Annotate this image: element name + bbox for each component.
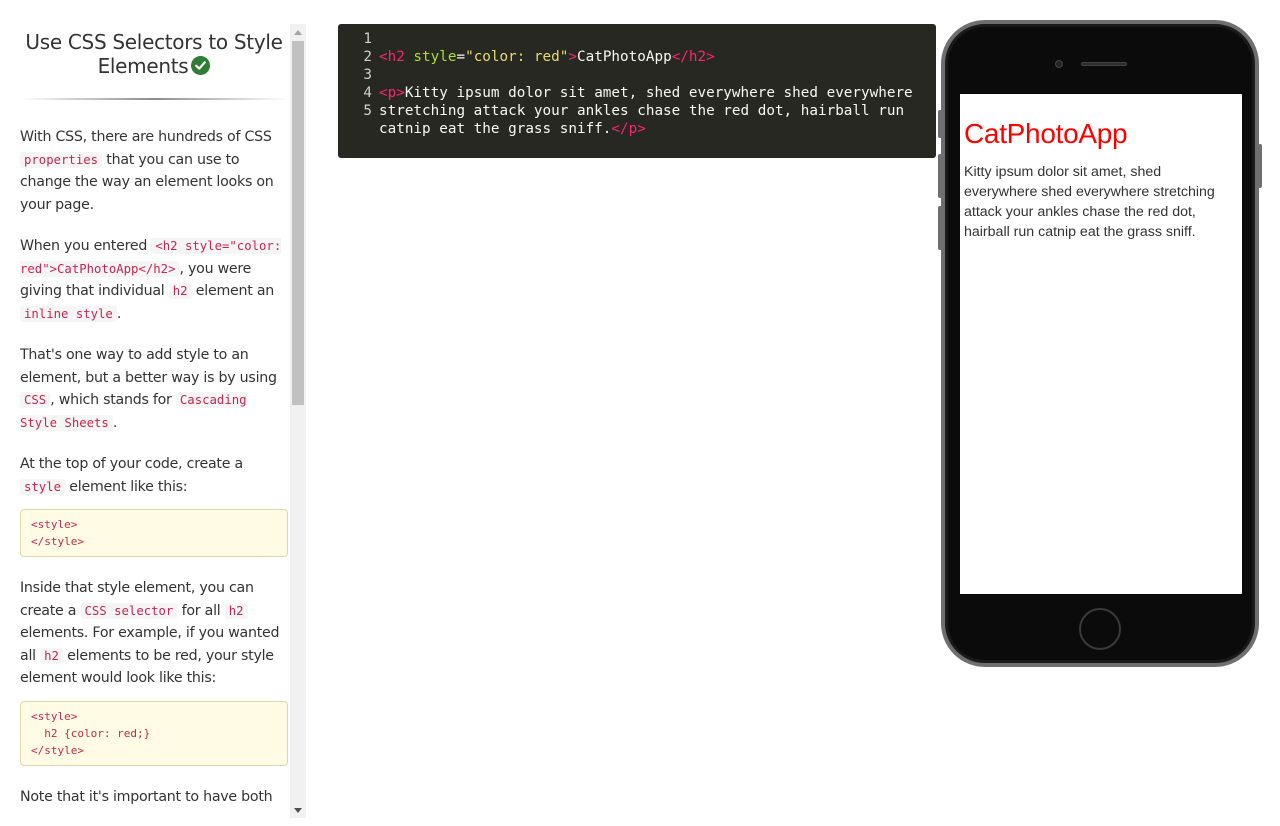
text-segment: .	[116, 305, 122, 322]
description-paragraph-5: Inside that style element, you can creat…	[20, 577, 288, 690]
text-segment: .	[112, 414, 118, 431]
example-code-block-2: <style> h2 {color: red;} </style>	[20, 700, 288, 766]
preview-heading: CatPhotoApp	[964, 118, 1128, 149]
instructions-content: Use CSS Selectors to Style Elements With…	[20, 30, 288, 826]
phone-volume-up-button	[938, 154, 942, 198]
description-paragraph-6: Note that it's important to have both	[20, 788, 273, 805]
example-code-block-1: <style> </style>	[20, 509, 288, 557]
text-segment: With CSS, there are hundreds of CSS	[20, 129, 272, 145]
code-line-1[interactable]	[379, 30, 927, 48]
description-paragraph-3: That's one way to add style to an elemen…	[20, 344, 288, 434]
code-line-3[interactable]	[379, 66, 927, 84]
description-paragraph-1: With CSS, there are hundreds of CSS prop…	[20, 126, 288, 216]
lesson-title: Use CSS Selectors to Style Elements	[20, 30, 288, 78]
instructions-panel: Use CSS Selectors to Style Elements With…	[0, 0, 308, 826]
code-token-tag: <p>	[379, 85, 405, 101]
code-token-attribute: style	[404, 49, 457, 65]
text-segment: for all	[177, 602, 225, 619]
phone-volume-down-button	[938, 206, 942, 250]
phone-camera-icon	[1055, 60, 1063, 68]
inline-code: CSS	[20, 392, 51, 408]
code-line-2[interactable]: <h2 style="color: red">CatPhotoApp</h2>	[379, 48, 927, 66]
phone-speaker-icon	[1081, 62, 1127, 66]
scroll-up-arrow-icon[interactable]	[290, 24, 306, 40]
code-token-punctuation: =	[456, 49, 466, 65]
inline-code: h2	[168, 283, 192, 299]
instructions-scrollbar[interactable]	[290, 24, 306, 818]
code-line-4[interactable]: <p>Kitty ipsum dolor sit amet, shed ever…	[379, 84, 927, 138]
inline-code: h2	[224, 602, 248, 619]
lesson-title-text: Use CSS Selectors to Style Elements	[25, 30, 283, 78]
text-segment: element like this:	[65, 478, 188, 495]
phone-mute-switch	[938, 110, 942, 138]
code-token-text: CatPhotoApp	[577, 49, 672, 65]
text-segment: When you entered	[20, 238, 152, 254]
inline-code: style	[20, 478, 66, 495]
inline-code: properties	[20, 151, 103, 168]
inline-code: h2	[40, 647, 63, 664]
text-segment: , which stands for	[50, 392, 176, 408]
code-token-tag: <h2	[379, 49, 405, 65]
preview-paragraph: Kitty ipsum dolor sit amet, shed everywh…	[964, 164, 1215, 240]
code-token-tag: </p>	[611, 121, 646, 137]
completed-check-icon	[191, 56, 211, 75]
line-number: 4	[363, 85, 372, 101]
line-number: 2	[363, 49, 372, 65]
phone-preview-frame: CatPhotoApp Kitty ipsum dolor sit amet, …	[938, 20, 1262, 667]
phone-power-button	[1258, 144, 1262, 188]
code-token-string: "color: red"	[465, 49, 569, 65]
line-number: 1	[363, 31, 372, 47]
title-divider	[20, 98, 288, 100]
code-token-tag: </h2>	[671, 49, 715, 65]
description-paragraph-4: At the top of your code, create a style …	[20, 453, 288, 498]
line-number: 5	[363, 103, 372, 119]
code-line-5[interactable]	[379, 138, 927, 156]
text-segment: That's one way to add style to an elemen…	[20, 347, 277, 386]
text-segment: element an	[191, 283, 275, 299]
scroll-down-arrow-icon[interactable]	[290, 802, 306, 818]
code-token-tag: >	[568, 49, 577, 65]
code-editor[interactable]: 1 2 3 4 5 <h2 style="color: red">CatPhot…	[338, 24, 936, 158]
scrollbar-thumb[interactable]	[292, 41, 304, 405]
inline-code: CSS selector	[80, 602, 178, 619]
description-paragraph-2: When you entered <h2 style="color: red">…	[20, 235, 288, 325]
inline-code: inline style	[20, 305, 117, 322]
phone-home-button	[1079, 608, 1121, 650]
line-number-gutter: 1 2 3 4 5	[338, 30, 372, 120]
code-token-text: Kitty ipsum dolor sit amet, shed everywh…	[379, 85, 922, 137]
line-number: 3	[363, 67, 372, 83]
code-content[interactable]: <h2 style="color: red">CatPhotoApp</h2> …	[379, 30, 927, 156]
text-segment: At the top of your code, create a	[20, 456, 243, 472]
preview-screen: CatPhotoApp Kitty ipsum dolor sit amet, …	[960, 94, 1242, 594]
